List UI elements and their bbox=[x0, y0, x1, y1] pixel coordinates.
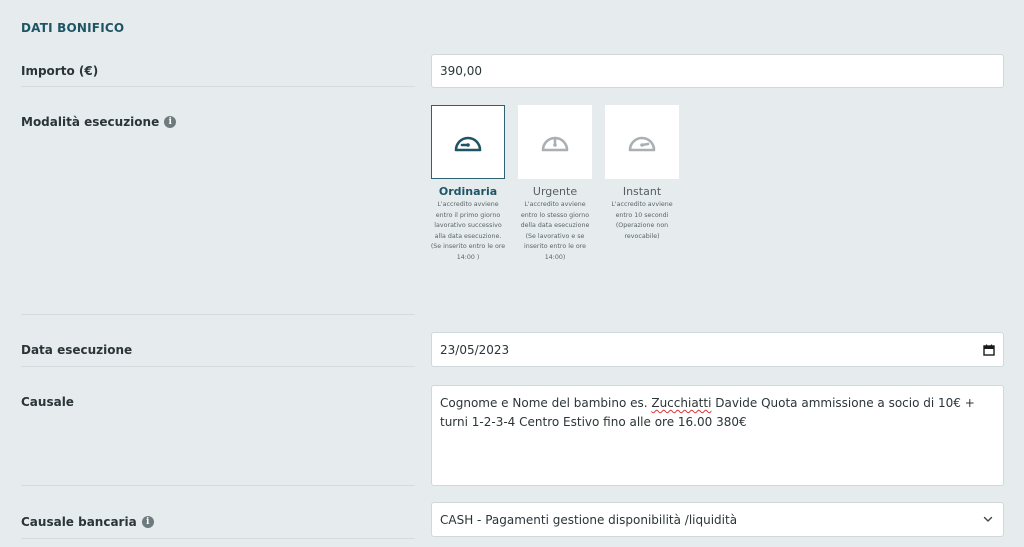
info-icon[interactable]: i bbox=[141, 516, 154, 528]
mode-title: Instant bbox=[622, 185, 662, 198]
mode-text-instant: Instant L'accredito avviene entro 10 sec… bbox=[597, 185, 687, 242]
mode-text-urgente: Urgente L'accredito avviene entro lo ste… bbox=[510, 185, 600, 263]
mode-description: L'accredito avviene entro 10 secondi (Op… bbox=[611, 201, 673, 240]
importo-label-text: Importo (€) bbox=[21, 64, 99, 78]
modalita-label-text: Modalità esecuzione bbox=[21, 115, 160, 129]
importo-input[interactable]: 390,00 bbox=[431, 54, 1004, 88]
misspelled-word: Zucchiatti bbox=[651, 396, 712, 410]
causale-label: Causale bbox=[21, 395, 74, 409]
causale-bancaria-select[interactable]: CASH - Pagamenti gestione disponibilità … bbox=[431, 502, 1004, 537]
data-esecuzione-label-text: Data esecuzione bbox=[21, 343, 133, 357]
mode-option-ordinaria[interactable] bbox=[431, 105, 505, 179]
section-title: DATI BONIFICO bbox=[21, 21, 125, 35]
date-value: 23/05/2023 bbox=[440, 342, 510, 357]
divider bbox=[21, 485, 415, 486]
causale-text: Cognome e Nome del bambino es. bbox=[440, 396, 652, 410]
causale-bancaria-label-text: Causale bancaria bbox=[21, 515, 137, 529]
speedometer-fast-icon bbox=[628, 136, 656, 152]
divider bbox=[21, 366, 415, 367]
mode-title: Ordinaria bbox=[438, 185, 498, 198]
mode-option-urgente[interactable] bbox=[518, 105, 592, 179]
info-icon[interactable]: i bbox=[164, 116, 177, 128]
chevron-down-icon[interactable] bbox=[983, 516, 993, 523]
causale-textarea[interactable]: Cognome e Nome del bambino es. Zucchiatt… bbox=[431, 385, 1004, 486]
speedometer-slow-icon bbox=[454, 136, 482, 152]
importo-value: 390,00 bbox=[440, 64, 482, 78]
causale-label-text: Causale bbox=[21, 395, 74, 409]
divider bbox=[21, 538, 415, 539]
mode-title: Urgente bbox=[532, 185, 578, 198]
mode-description: L'accredito avviene entro il primo giorn… bbox=[430, 201, 506, 261]
mode-option-instant[interactable] bbox=[605, 105, 679, 179]
data-esecuzione-input[interactable]: 23/05/2023 bbox=[431, 332, 1004, 367]
calendar-icon[interactable] bbox=[983, 344, 995, 356]
divider bbox=[21, 314, 415, 315]
selected-value: CASH - Pagamenti gestione disponibilità … bbox=[440, 512, 738, 527]
mode-text-ordinaria: Ordinaria L'accredito avviene entro il p… bbox=[423, 185, 513, 263]
causale-bancaria-label: Causale bancaria i bbox=[21, 515, 154, 529]
mode-description: L'accredito avviene entro lo stesso gior… bbox=[520, 201, 590, 261]
modalita-label: Modalità esecuzione i bbox=[21, 115, 177, 129]
data-esecuzione-label: Data esecuzione bbox=[21, 343, 132, 357]
speedometer-medium-icon bbox=[541, 136, 569, 152]
importo-label: Importo (€) bbox=[21, 64, 98, 78]
divider bbox=[21, 86, 415, 87]
